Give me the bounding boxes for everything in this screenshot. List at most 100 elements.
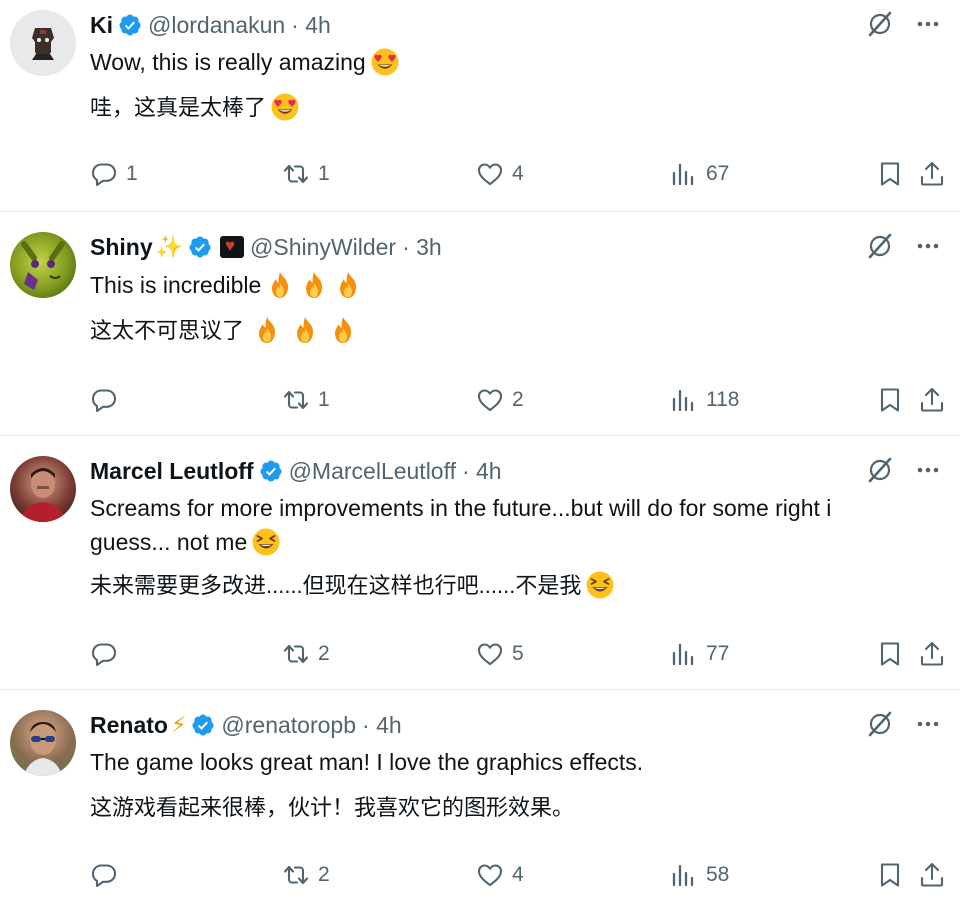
author-handle[interactable]: @renatoropb — [221, 712, 356, 739]
bookmark-button[interactable] — [876, 639, 904, 669]
repost-button[interactable]: 1 — [282, 159, 330, 189]
repost-count: 1 — [318, 162, 330, 185]
reply-text-en-line2: guess... not me — [90, 526, 281, 558]
heart-eyes-emoji-icon — [370, 47, 400, 77]
affiliation-badge-icon[interactable] — [220, 236, 245, 258]
fire-emoji-icon — [333, 270, 363, 300]
grok-icon[interactable] — [866, 456, 894, 484]
views-button[interactable]: 77 — [670, 639, 729, 669]
more-options-icon[interactable] — [914, 456, 942, 484]
author-name[interactable]: Renato — [90, 712, 168, 739]
share-icon — [918, 386, 946, 414]
view-count: 67 — [706, 162, 730, 185]
share-button[interactable] — [918, 639, 946, 669]
lightning-icon: ⚡ — [170, 712, 187, 737]
reply-button[interactable] — [90, 385, 126, 415]
reply-header: Marcel Leutloff @MarcelLeutloff · 4h — [90, 456, 502, 486]
more-options-icon[interactable] — [914, 232, 942, 260]
views-button[interactable]: 118 — [670, 385, 739, 415]
bookmark-button[interactable] — [876, 385, 904, 415]
reply-count: 1 — [126, 162, 138, 185]
reply-text-zh: 这游戏看起来很棒，伙计！我喜欢它的图形效果。 — [90, 792, 574, 824]
fire-emoji-icon — [290, 315, 320, 345]
like-button[interactable]: 5 — [476, 639, 524, 669]
views-chart-icon — [670, 160, 698, 188]
like-button[interactable]: 4 — [476, 159, 524, 189]
heart-icon — [476, 640, 504, 668]
avatar[interactable] — [10, 710, 76, 776]
bookmark-icon — [876, 640, 904, 668]
author-name[interactable]: Marcel Leutloff — [90, 458, 254, 485]
views-button[interactable]: 58 — [670, 860, 729, 890]
fire-emoji-icon — [299, 270, 329, 300]
grok-icon[interactable] — [866, 710, 894, 738]
avatar[interactable] — [10, 456, 76, 522]
reply-text-en-content: Screams for more improvements in the fut… — [90, 495, 832, 521]
repost-icon — [282, 861, 310, 889]
timestamp[interactable]: · 4h — [362, 712, 402, 739]
reply-button[interactable] — [90, 639, 126, 669]
views-chart-icon — [670, 386, 698, 414]
reply-text-zh: 未来需要更多改进......但现在这样也行吧......不是我 — [90, 570, 615, 602]
like-button[interactable]: 4 — [476, 860, 524, 890]
reply-item[interactable]: Renato ⚡ @renatoropb · 4h The game looks… — [0, 690, 960, 912]
reply-text-zh: 这太不可思议了 — [90, 315, 358, 347]
author-name[interactable]: Ki — [90, 12, 113, 39]
laughing-emoji-icon — [585, 570, 615, 600]
share-button[interactable] — [918, 860, 946, 890]
like-count: 5 — [512, 642, 524, 665]
reply-item[interactable]: Marcel Leutloff @MarcelLeutloff · 4h Scr… — [0, 436, 960, 690]
reply-text-en: Wow, this is really amazing — [90, 46, 400, 78]
action-bar: 2 5 77 — [90, 639, 942, 669]
reply-item[interactable]: Shiny ✨ @ShinyWilder · 3h This is incred… — [0, 212, 960, 436]
timestamp[interactable]: · 3h — [402, 234, 442, 261]
reply-button[interactable]: 1 — [90, 159, 138, 189]
reply-icon — [90, 160, 118, 188]
reply-text-zh-content: 未来需要更多改进......但现在这样也行吧......不是我 — [90, 573, 582, 598]
author-handle[interactable]: @lordanakun — [148, 12, 285, 39]
more-options-icon[interactable] — [914, 710, 942, 738]
repost-button[interactable]: 2 — [282, 639, 330, 669]
avatar[interactable] — [10, 232, 76, 298]
bookmark-button[interactable] — [876, 159, 904, 189]
grok-icon[interactable] — [866, 232, 894, 260]
views-chart-icon — [670, 861, 698, 889]
views-button[interactable]: 67 — [670, 159, 729, 189]
repost-icon — [282, 386, 310, 414]
bookmark-button[interactable] — [876, 860, 904, 890]
timestamp[interactable]: · 4h — [462, 458, 502, 485]
verified-badge-icon — [118, 13, 142, 37]
share-button[interactable] — [918, 385, 946, 415]
repost-button[interactable]: 2 — [282, 860, 330, 890]
laughing-emoji-icon — [251, 527, 281, 557]
view-count: 58 — [706, 863, 730, 886]
repost-button[interactable]: 1 — [282, 385, 330, 415]
reply-text-en-content: Wow, this is really amazing — [90, 49, 366, 75]
repost-count: 2 — [318, 863, 330, 886]
author-handle[interactable]: @ShinyWilder — [250, 234, 396, 261]
reply-item[interactable]: Ki @lordanakun · 4h Wow, this is really … — [0, 0, 960, 212]
reply-text-en-content: This is incredible — [90, 272, 262, 298]
view-count: 77 — [706, 642, 730, 665]
views-chart-icon — [670, 640, 698, 668]
author-name[interactable]: Shiny — [90, 234, 153, 261]
reply-text-en-content-2: guess... not me — [90, 529, 248, 555]
reply-button[interactable] — [90, 860, 126, 890]
fire-emoji-icon — [265, 270, 295, 300]
share-icon — [918, 861, 946, 889]
like-button[interactable]: 2 — [476, 385, 524, 415]
more-options-icon[interactable] — [914, 10, 942, 38]
reply-header: Ki @lordanakun · 4h — [90, 10, 331, 40]
share-button[interactable] — [918, 159, 946, 189]
action-bar: 2 4 58 — [90, 860, 942, 890]
author-handle[interactable]: @MarcelLeutloff — [289, 458, 456, 485]
timestamp[interactable]: · 4h — [291, 12, 331, 39]
verified-badge-icon — [188, 235, 212, 259]
fire-emoji-icon — [252, 315, 282, 345]
share-icon — [918, 640, 946, 668]
reply-text-zh-content: 这游戏看起来很棒，伙计！我喜欢它的图形效果。 — [90, 795, 575, 820]
avatar[interactable] — [10, 10, 76, 76]
heart-icon — [476, 861, 504, 889]
reply-icon — [90, 861, 118, 889]
grok-icon[interactable] — [866, 10, 894, 38]
